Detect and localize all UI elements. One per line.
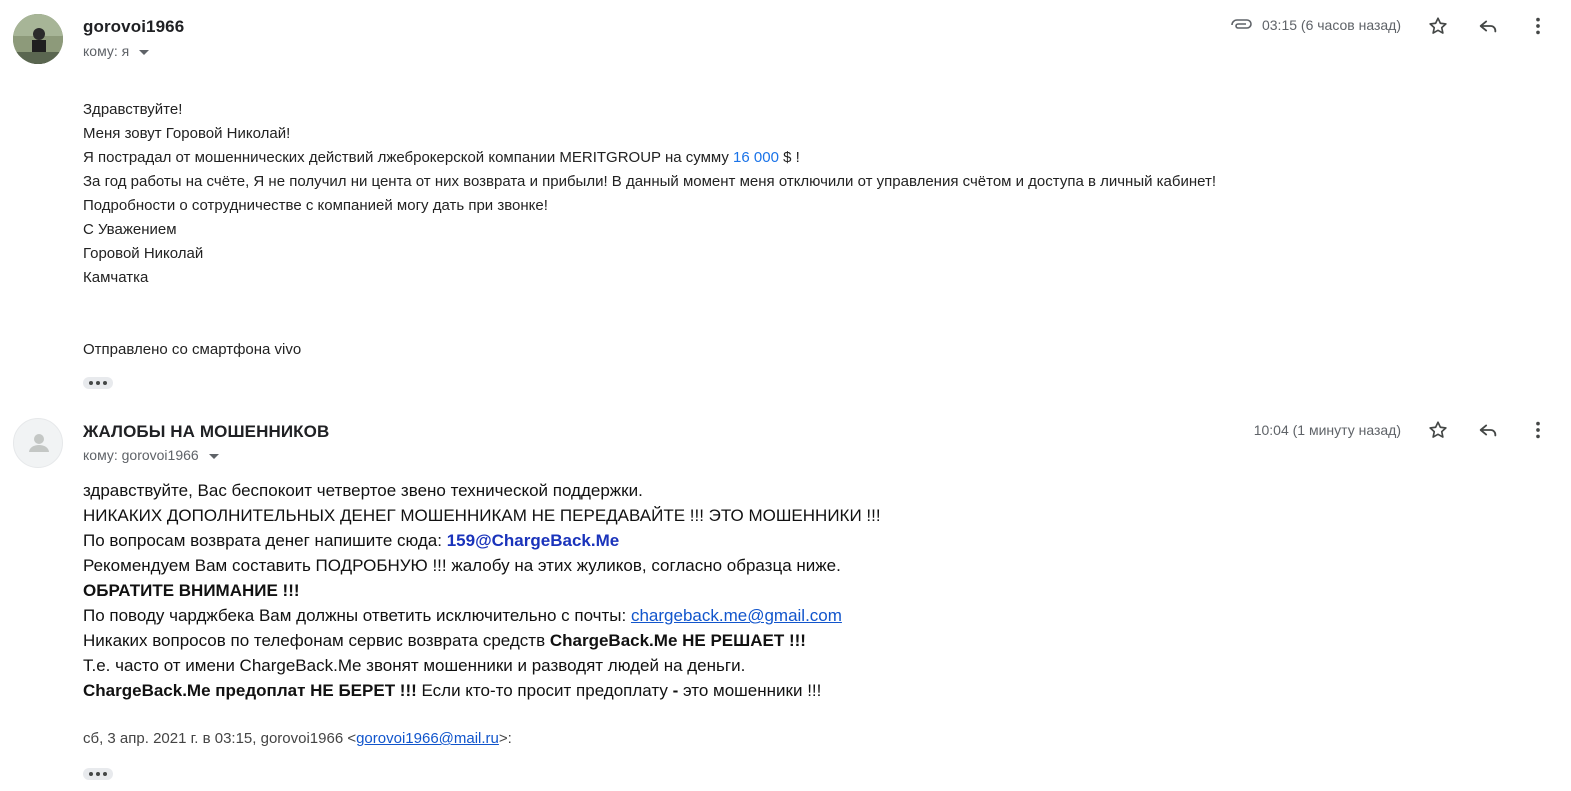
body-bold-text: ChargeBack.Me предоплат НЕ БЕРЕТ !!! bbox=[83, 681, 417, 700]
dot-icon bbox=[89, 381, 93, 385]
body-line: Меня зовут Горовой Николай! bbox=[83, 125, 291, 142]
recipient-label: кому: я bbox=[83, 43, 130, 59]
attachment-icon bbox=[1231, 19, 1252, 29]
recipient-details[interactable]: кому: gorovoi1966 bbox=[83, 447, 219, 463]
star-icon bbox=[1429, 421, 1447, 438]
sender-name[interactable]: ЖАЛОБЫ НА МОШЕННИКОВ bbox=[83, 422, 329, 442]
body-line: Никаких вопросов по телефонам сервис воз… bbox=[83, 628, 881, 653]
sender-avatar[interactable] bbox=[13, 418, 63, 468]
recipient-label: кому: gorovoi1966 bbox=[83, 447, 199, 463]
support-email[interactable]: 159@ChargeBack.Me bbox=[447, 531, 620, 550]
more-vert-icon bbox=[1536, 421, 1540, 439]
body-text: Если кто-то просит предоплату bbox=[416, 681, 673, 700]
star-icon bbox=[1429, 17, 1447, 34]
body-text: Никаких вопросов по телефонам сервис воз… bbox=[83, 631, 550, 650]
quote-email-link[interactable]: gorovoi1966@mail.ru bbox=[356, 730, 499, 747]
body-text: Я пострадал от мошеннических действий лж… bbox=[83, 149, 734, 166]
dot-icon bbox=[103, 772, 107, 776]
body-line: По вопросам возврата денег напишите сюда… bbox=[83, 528, 881, 553]
reply-icon bbox=[1479, 424, 1497, 437]
quoted-header: сб, 3 апр. 2021 г. в 03:15, gorovoi1966 … bbox=[83, 730, 512, 747]
message-meta: 03:15 (6 часов назад) bbox=[1230, 17, 1401, 33]
sender-avatar[interactable] bbox=[13, 14, 63, 64]
show-trimmed-content-button[interactable] bbox=[83, 768, 113, 780]
dot-icon bbox=[103, 381, 107, 385]
avatar-photo-icon bbox=[13, 14, 63, 64]
sender-name[interactable]: gorovoi1966 bbox=[83, 17, 184, 37]
body-text: По поводу чарджбека Вам должны ответить … bbox=[83, 606, 631, 625]
message-body: Здравствуйте! Меня зовут Горовой Николай… bbox=[83, 98, 1217, 358]
body-line: Я пострадал от мошеннических действий лж… bbox=[83, 146, 1216, 170]
quote-text: сб, 3 апр. 2021 г. в 03:15, gorovoi1966 … bbox=[83, 730, 357, 747]
email-message-2: ЖАЛОБЫ НА МОШЕННИКОВ кому: gorovoi1966 1… bbox=[0, 404, 1571, 791]
dot-icon bbox=[96, 381, 100, 385]
avatar-default-icon bbox=[29, 434, 49, 452]
body-line: Рекомендуем Вам составить ПОДРОБНУЮ !!! … bbox=[83, 556, 841, 575]
more-vert-icon bbox=[1536, 17, 1540, 35]
body-text: По вопросам возврата денег напишите сюда… bbox=[83, 531, 447, 550]
body-line: ChargeBack.Me предоплат НЕ БЕРЕТ !!! Есл… bbox=[83, 678, 881, 703]
dot-icon bbox=[96, 772, 100, 776]
body-line: Здравствуйте! bbox=[83, 101, 183, 118]
star-button[interactable] bbox=[1426, 14, 1450, 38]
signature-sent-from: Отправлено со смартфона vivo bbox=[83, 341, 302, 358]
amount-value: 16 000 bbox=[733, 149, 779, 166]
body-line: По поводу чарджбека Вам должны ответить … bbox=[83, 603, 881, 628]
body-line: За год работы на счёте, Я не получил ни … bbox=[83, 173, 1217, 190]
body-line: ОБРАТИТЕ ВНИМАНИЕ !!! bbox=[83, 581, 300, 600]
more-options-button[interactable] bbox=[1526, 418, 1550, 442]
recipient-details[interactable]: кому: я bbox=[83, 43, 150, 59]
caret-down-icon[interactable] bbox=[208, 453, 219, 459]
reply-icon bbox=[1479, 20, 1497, 33]
body-text: это мошенники !!! bbox=[678, 681, 822, 700]
more-options-button[interactable] bbox=[1526, 14, 1550, 38]
caret-down-icon[interactable] bbox=[139, 49, 150, 55]
email-message-1: gorovoi1966 кому: я 03:15 (6 часов назад… bbox=[0, 0, 1571, 400]
chargeback-email-link[interactable]: chargeback.me@gmail.com bbox=[631, 606, 842, 625]
body-text: $ ! bbox=[778, 149, 800, 166]
message-time: 03:15 (6 часов назад) bbox=[1261, 17, 1401, 33]
body-line: здравствуйте, Вас беспокоит четвертое зв… bbox=[83, 481, 643, 500]
dot-icon bbox=[89, 772, 93, 776]
body-bold-text: ChargeBack.Me НЕ РЕШАЕТ !!! bbox=[549, 631, 806, 650]
message-meta: 10:04 (1 минуту назад) bbox=[1254, 422, 1401, 438]
body-line: Т.е. часто от имени ChargeBack.Me звонят… bbox=[83, 656, 746, 675]
body-line: С Уважением bbox=[83, 221, 177, 238]
body-line: Подробности о сотрудничестве с компанией… bbox=[83, 197, 548, 214]
message-time: 10:04 (1 минуту назад) bbox=[1253, 422, 1401, 438]
body-line: НИКАКИХ ДОПОЛНИТЕЛЬНЫХ ДЕНЕГ МОШЕННИКАМ … bbox=[83, 506, 881, 525]
body-line: Камчатка bbox=[83, 269, 149, 286]
message-body: здравствуйте, Вас беспокоит четвертое зв… bbox=[83, 478, 881, 703]
reply-button[interactable] bbox=[1476, 14, 1500, 38]
show-trimmed-content-button[interactable] bbox=[83, 377, 113, 389]
reply-button[interactable] bbox=[1476, 418, 1500, 442]
star-button[interactable] bbox=[1426, 418, 1450, 442]
body-line: Горовой Николай bbox=[83, 245, 204, 262]
quote-text: >: bbox=[498, 730, 512, 747]
